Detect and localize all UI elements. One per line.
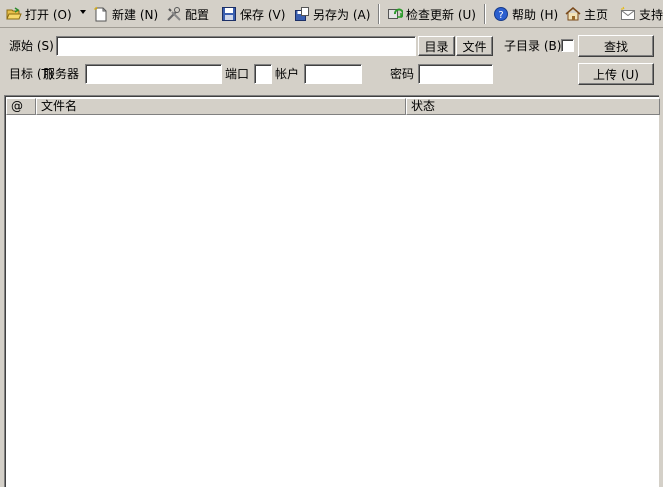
open-label: 打开 (O) bbox=[25, 7, 72, 22]
save-as-button[interactable]: 另存为 (A) bbox=[294, 4, 370, 24]
new-document-icon bbox=[93, 6, 109, 22]
save-as-label: 另存为 (A) bbox=[313, 7, 371, 22]
server-input[interactable] bbox=[85, 64, 222, 84]
open-dropdown-arrow-icon[interactable] bbox=[80, 10, 86, 14]
save-disk-icon bbox=[221, 6, 237, 22]
save-as-icon bbox=[294, 6, 310, 22]
upload-button[interactable]: 上传 (U) bbox=[578, 63, 654, 85]
home-button[interactable]: 主页 bbox=[565, 4, 608, 24]
help-icon: ? bbox=[493, 6, 509, 22]
subdir-checkbox[interactable] bbox=[561, 39, 574, 52]
server-label: 服务器 bbox=[43, 67, 80, 81]
password-label: 密码 bbox=[390, 67, 415, 81]
find-button-label: 查找 bbox=[603, 39, 628, 54]
password-input[interactable] bbox=[418, 64, 493, 84]
update-icon bbox=[387, 6, 404, 22]
support-mail-icon bbox=[620, 6, 636, 22]
source-input[interactable] bbox=[56, 36, 416, 56]
port-label: 端口 bbox=[225, 67, 250, 81]
help-label: 帮助 (H) bbox=[512, 7, 559, 22]
new-label: 新建 (N) bbox=[112, 7, 159, 22]
toolbar-separator bbox=[484, 4, 486, 24]
toolbar: 打开 (O) 新建 (N) 配置 保存 (V) 另存为 (A) 检查更新 (U)… bbox=[0, 0, 663, 28]
home-label: 主页 bbox=[584, 7, 609, 22]
support-button[interactable]: 支持 bbox=[620, 4, 663, 24]
account-input[interactable] bbox=[304, 64, 362, 84]
open-button[interactable]: 打开 (O) bbox=[6, 4, 72, 24]
toolbar-separator bbox=[378, 4, 380, 24]
find-button[interactable]: 查找 bbox=[578, 35, 654, 57]
app-window: 打开 (O) 新建 (N) 配置 保存 (V) 另存为 (A) 检查更新 (U)… bbox=[0, 0, 663, 487]
svg-text:?: ? bbox=[498, 10, 503, 21]
config-label: 配置 bbox=[185, 7, 210, 22]
check-update-label: 检查更新 (U) bbox=[406, 7, 476, 22]
port-input[interactable] bbox=[254, 64, 272, 84]
file-button-label: 文件 bbox=[462, 39, 487, 54]
column-header-filename[interactable]: 文件名 bbox=[36, 98, 406, 115]
support-label: 支持 bbox=[639, 7, 663, 22]
file-list[interactable]: @ 文件名 状态 bbox=[4, 95, 660, 487]
column-header-status[interactable]: 状态 bbox=[406, 98, 660, 115]
directory-button-label: 目录 bbox=[424, 39, 449, 54]
column-header-at[interactable]: @ bbox=[6, 98, 36, 115]
directory-button[interactable]: 目录 bbox=[418, 36, 455, 56]
config-button[interactable]: 配置 bbox=[166, 4, 209, 24]
save-label: 保存 (V) bbox=[240, 7, 286, 22]
check-update-button[interactable]: 检查更新 (U) bbox=[387, 4, 476, 24]
account-label: 帐户 bbox=[275, 67, 300, 81]
subdir-label: 子目录 (B) bbox=[504, 39, 562, 53]
save-button[interactable]: 保存 (V) bbox=[221, 4, 285, 24]
help-button[interactable]: ? 帮助 (H) bbox=[493, 4, 558, 24]
source-label: 源始 (S) bbox=[9, 39, 54, 53]
upload-button-label: 上传 (U) bbox=[593, 67, 639, 82]
file-button[interactable]: 文件 bbox=[456, 36, 493, 56]
folder-open-icon bbox=[6, 6, 22, 22]
home-icon bbox=[565, 6, 581, 22]
tools-icon bbox=[166, 6, 182, 22]
new-button[interactable]: 新建 (N) bbox=[93, 4, 158, 24]
